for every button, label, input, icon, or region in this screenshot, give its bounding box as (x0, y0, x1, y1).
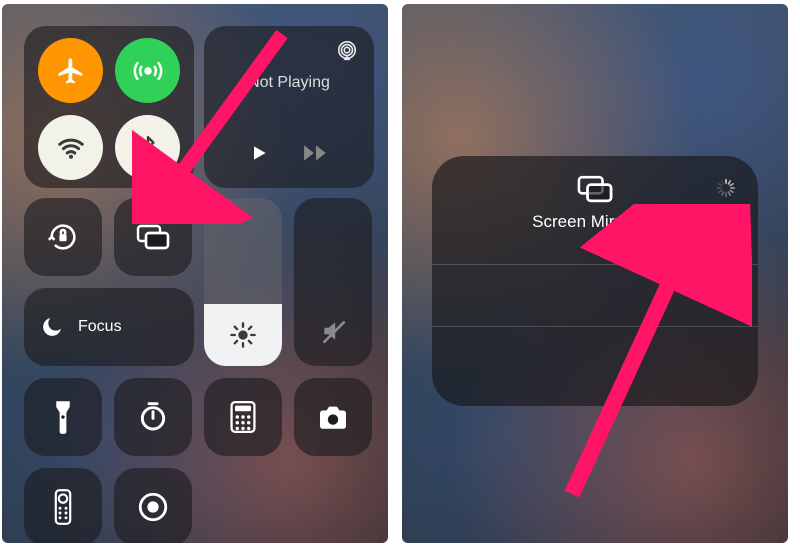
timer-button[interactable] (114, 378, 192, 456)
media-status-label: Not Playing (204, 74, 374, 92)
media-controls-group[interactable]: Not Playing (204, 26, 374, 188)
flashlight-button[interactable] (24, 378, 102, 456)
screen-mirroring-icon (575, 174, 615, 204)
brightness-slider[interactable] (204, 198, 282, 366)
focus-button[interactable]: Focus (24, 288, 194, 366)
focus-label: Focus (78, 318, 122, 336)
cellular-data-toggle[interactable] (115, 38, 180, 103)
moon-icon (40, 315, 64, 339)
brightness-icon (229, 321, 257, 349)
separator (432, 326, 758, 327)
wifi-icon (56, 133, 86, 163)
screen-mirroring-icon (135, 222, 171, 252)
forward-icon[interactable] (303, 144, 329, 162)
wifi-toggle[interactable] (38, 115, 103, 180)
camera-icon (316, 404, 350, 430)
screen-record-icon (136, 490, 170, 524)
rotation-lock-button[interactable] (24, 198, 102, 276)
control-center-panel: Not Playing Focu (2, 4, 388, 543)
camera-button[interactable] (294, 378, 372, 456)
apple-tv-remote-button[interactable] (24, 468, 102, 543)
airplane-icon (56, 56, 86, 86)
timer-icon (137, 401, 169, 433)
screen-mirroring-card[interactable]: Screen Mirroring (432, 156, 758, 406)
bluetooth-toggle[interactable] (115, 115, 180, 180)
connectivity-group (24, 26, 194, 188)
loading-spinner-icon (716, 178, 736, 198)
flashlight-icon (54, 400, 72, 434)
screen-mirroring-panel: Screen Mirroring (402, 4, 788, 543)
separator (432, 264, 758, 265)
volume-slider[interactable] (294, 198, 372, 366)
airplay-audio-icon[interactable] (336, 40, 358, 62)
brightness-fill (204, 304, 282, 366)
bluetooth-icon (135, 133, 161, 163)
cellular-antenna-icon (133, 56, 163, 86)
screen-mirroring-title: Screen Mirroring (532, 212, 658, 232)
screen-mirroring-button[interactable] (114, 198, 192, 276)
screen-record-button[interactable] (114, 468, 192, 543)
rotation-lock-icon (46, 220, 80, 254)
play-icon[interactable] (249, 142, 269, 164)
calculator-icon (230, 401, 256, 433)
apple-tv-remote-icon (54, 489, 72, 525)
volume-mute-icon (318, 318, 348, 344)
calculator-button[interactable] (204, 378, 282, 456)
airplane-mode-toggle[interactable] (38, 38, 103, 103)
